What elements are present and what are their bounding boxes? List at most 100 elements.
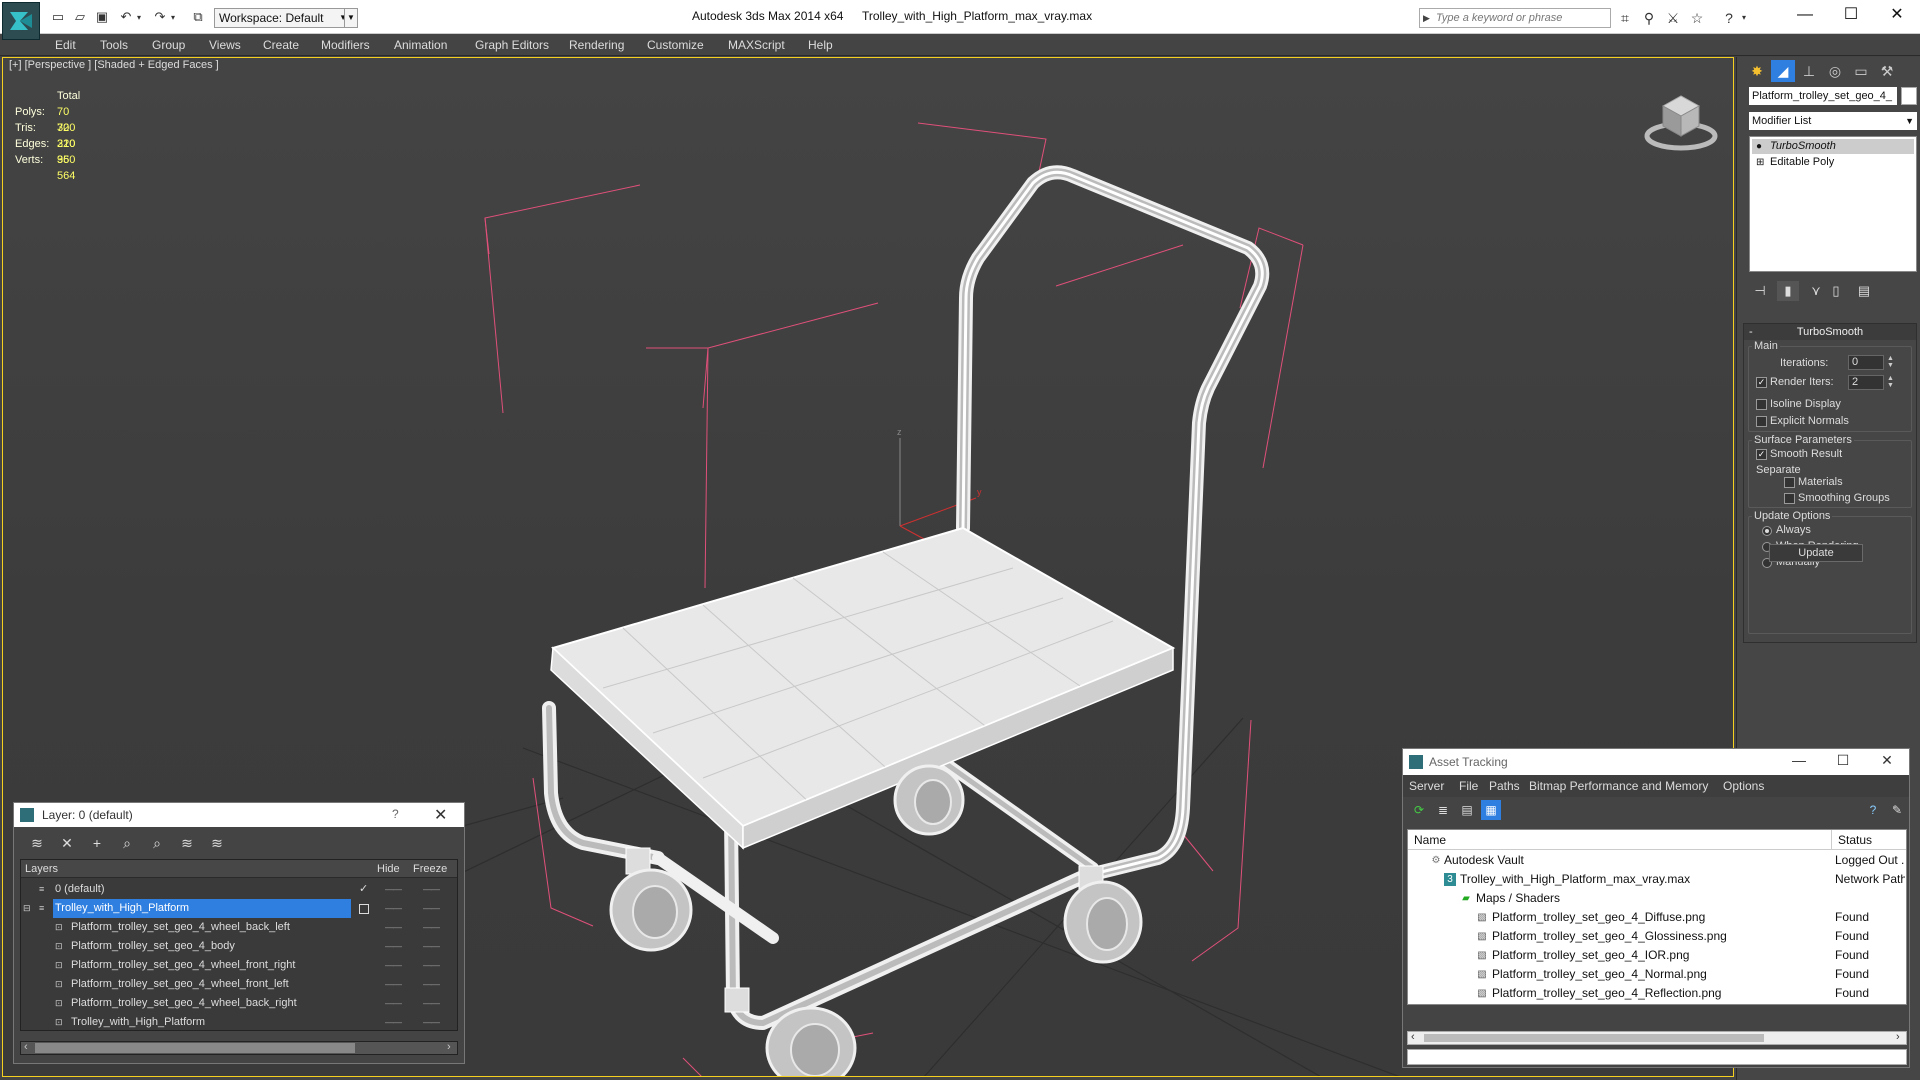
hierarchy-tab-icon[interactable]: ⊥ bbox=[1797, 60, 1821, 82]
asset-settings-icon[interactable]: ✎ bbox=[1887, 800, 1907, 820]
menu-animation[interactable]: Animation bbox=[394, 38, 447, 52]
highlight-layer-icon[interactable]: ≋ bbox=[176, 833, 198, 853]
menu-rendering[interactable]: Rendering bbox=[569, 38, 624, 52]
asset-tracking-titlebar[interactable]: Asset Tracking — ☐ ✕ bbox=[1403, 749, 1909, 775]
asset-row[interactable]: ▧ Platform_trolley_set_geo_4_Glossiness.… bbox=[1408, 927, 1906, 946]
stack-item-turbosmooth[interactable]: ● TurboSmooth bbox=[1752, 139, 1914, 154]
create-tab-icon[interactable]: ✸ bbox=[1745, 60, 1769, 82]
object-row[interactable]: ⊡ Platform_trolley_set_geo_4_wheel_front… bbox=[21, 956, 457, 975]
asset-row[interactable]: ▧ Platform_trolley_set_geo_4_Diffuse.png… bbox=[1408, 908, 1906, 927]
asset-menu-bitmap-performance[interactable]: Bitmap Performance and Memory bbox=[1529, 779, 1708, 793]
new-file-icon[interactable]: ▭ bbox=[48, 8, 68, 26]
refresh-icon[interactable]: ⟳ bbox=[1409, 800, 1429, 820]
menu-views[interactable]: Views bbox=[209, 38, 241, 52]
scroll-right-icon[interactable]: › bbox=[1896, 1031, 1900, 1043]
hide-toggle[interactable]: —— bbox=[385, 994, 402, 1013]
asset-menu-server[interactable]: Server bbox=[1409, 779, 1444, 793]
layer-row[interactable]: ≡ 0 (default) ✓ —— —— bbox=[21, 880, 457, 899]
minimize-icon[interactable]: — bbox=[1779, 752, 1819, 768]
motion-tab-icon[interactable]: ◎ bbox=[1823, 60, 1847, 82]
asset-row[interactable]: ⚙ Autodesk Vault Logged Out ... bbox=[1408, 851, 1906, 870]
collapse-icon[interactable]: ⊟ bbox=[23, 903, 34, 914]
search-input[interactable]: ▶ Type a keyword or phrase bbox=[1419, 8, 1611, 28]
isoline-display-checkbox[interactable] bbox=[1756, 399, 1767, 410]
lightbulb-icon[interactable]: ● bbox=[1756, 139, 1762, 154]
hide-toggle[interactable]: —— bbox=[385, 1013, 402, 1032]
asset-menu-paths[interactable]: Paths bbox=[1489, 779, 1520, 793]
make-unique-icon[interactable]: ⋎ bbox=[1805, 281, 1827, 301]
hide-toggle[interactable]: —— bbox=[385, 975, 402, 994]
turbosmooth-rollout-header[interactable]: - TurboSmooth bbox=[1744, 324, 1916, 340]
asset-menu-file[interactable]: File bbox=[1459, 779, 1478, 793]
list-view-icon[interactable]: ≣ bbox=[1433, 800, 1453, 820]
configure-sets-icon[interactable]: ▤ bbox=[1853, 281, 1875, 301]
hide-toggle[interactable]: —— bbox=[385, 937, 402, 956]
layer-settings-icon[interactable]: ≋ bbox=[26, 833, 48, 853]
spinner-arrows-icon[interactable]: ▲ ▼ bbox=[1886, 375, 1895, 390]
maximize-icon[interactable]: ☐ bbox=[1823, 752, 1863, 769]
freeze-toggle[interactable]: —— bbox=[423, 937, 440, 956]
asset-horizontal-scrollbar[interactable]: ‹ › bbox=[1407, 1031, 1907, 1045]
favorites-star-icon[interactable]: ☆ bbox=[1686, 9, 1708, 27]
menu-help[interactable]: Help bbox=[808, 38, 833, 52]
open-file-icon[interactable]: ▱ bbox=[70, 8, 90, 26]
asset-row[interactable]: ▧ Platform_trolley_set_geo_4_IOR.png Fou… bbox=[1408, 946, 1906, 965]
undo-icon[interactable]: ↶ bbox=[116, 8, 136, 26]
smooth-result-checkbox[interactable]: ✓ bbox=[1756, 449, 1767, 460]
maximize-icon[interactable]: ☐ bbox=[1828, 0, 1874, 30]
spinner-arrows-icon[interactable]: ▲ ▼ bbox=[1886, 355, 1895, 370]
show-end-result-icon[interactable]: ▮ bbox=[1777, 281, 1799, 301]
render-iters-spinner[interactable]: 2 bbox=[1848, 375, 1884, 390]
scroll-left-icon[interactable]: ‹ bbox=[24, 1041, 28, 1053]
object-row[interactable]: ⊡ Platform_trolley_set_geo_4_body —— —— bbox=[21, 937, 457, 956]
column-layers[interactable]: Layers bbox=[25, 863, 58, 875]
expand-icon[interactable]: ⊞ bbox=[1756, 155, 1764, 170]
update-always-radio[interactable] bbox=[1762, 526, 1772, 536]
layer-horizontal-scrollbar[interactable]: ‹ › bbox=[20, 1041, 458, 1055]
minimize-icon[interactable]: — bbox=[1782, 0, 1828, 30]
help-icon[interactable]: ? bbox=[392, 807, 399, 821]
asset-row[interactable]: ▰ Maps / Shaders bbox=[1408, 889, 1906, 908]
close-icon[interactable]: ✕ bbox=[1874, 0, 1920, 30]
asset-row[interactable]: 3 Trolley_with_High_Platform_max_vray.ma… bbox=[1408, 870, 1906, 889]
menu-tools[interactable]: Tools bbox=[100, 38, 128, 52]
menu-graph-editors[interactable]: Graph Editors bbox=[475, 38, 549, 52]
freeze-toggle[interactable]: —— bbox=[423, 994, 440, 1013]
layer-manager-titlebar[interactable]: Layer: 0 (default) ? ✕ bbox=[14, 803, 464, 827]
quick-access-more-icon[interactable]: ▼ bbox=[344, 8, 358, 28]
column-status[interactable]: Status bbox=[1838, 833, 1872, 847]
freeze-toggle[interactable]: —— bbox=[423, 956, 440, 975]
explicit-normals-checkbox[interactable] bbox=[1756, 416, 1767, 427]
iterations-spinner[interactable]: 0 bbox=[1848, 355, 1884, 370]
object-row[interactable]: ⊡ Platform_trolley_set_geo_4_wheel_back_… bbox=[21, 918, 457, 937]
pin-stack-icon[interactable]: ⊣ bbox=[1749, 281, 1771, 301]
current-layer-check-icon[interactable]: ✓ bbox=[359, 880, 368, 899]
column-freeze[interactable]: Freeze bbox=[413, 863, 447, 875]
freeze-toggle[interactable]: —— bbox=[423, 880, 440, 899]
object-name-field[interactable]: Platform_trolley_set_geo_4_ bbox=[1749, 87, 1897, 105]
binoculars-icon[interactable]: ⌗ bbox=[1614, 9, 1636, 27]
separate-smoothing-groups-checkbox[interactable] bbox=[1784, 493, 1795, 504]
select-layer-icon[interactable]: ⌕ bbox=[146, 833, 168, 853]
menu-edit[interactable]: Edit bbox=[55, 38, 76, 52]
scrollbar-thumb[interactable] bbox=[1424, 1034, 1764, 1042]
menu-maxscript[interactable]: MAXScript bbox=[728, 38, 785, 52]
create-layer-icon[interactable]: + bbox=[86, 833, 108, 853]
column-separator[interactable] bbox=[1831, 830, 1832, 850]
stack-item-editable-poly[interactable]: ⊞ Editable Poly bbox=[1752, 155, 1914, 170]
display-tab-icon[interactable]: ▭ bbox=[1849, 60, 1873, 82]
hide-toggle[interactable]: —— bbox=[385, 899, 402, 918]
column-hide[interactable]: Hide bbox=[377, 863, 400, 875]
menu-modifiers[interactable]: Modifiers bbox=[321, 38, 370, 52]
hide-toggle[interactable]: —— bbox=[385, 880, 402, 899]
asset-row[interactable]: ▧ Platform_trolley_set_geo_4_Normal.png … bbox=[1408, 965, 1906, 984]
asset-menu-options[interactable]: Options bbox=[1723, 779, 1764, 793]
viewport-label-menu[interactable]: [+] [Perspective ] [Shaded + Edged Faces… bbox=[9, 59, 219, 71]
expand-search-icon[interactable]: ▶ bbox=[1423, 9, 1430, 27]
close-icon[interactable]: ✕ bbox=[434, 805, 447, 825]
help-dropdown-icon[interactable]: ▾ bbox=[1738, 9, 1750, 27]
column-name[interactable]: Name bbox=[1414, 833, 1446, 847]
object-row[interactable]: ⊡ Trolley_with_High_Platform —— —— bbox=[21, 1013, 457, 1032]
menu-customize[interactable]: Customize bbox=[647, 38, 704, 52]
object-row[interactable]: ⊡ Platform_trolley_set_geo_4_wheel_front… bbox=[21, 975, 457, 994]
